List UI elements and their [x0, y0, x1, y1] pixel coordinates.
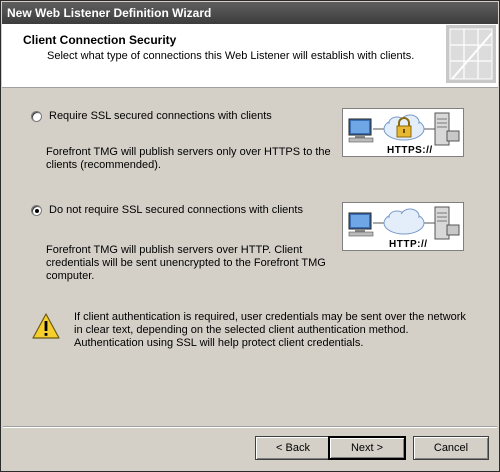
back-button[interactable]: < Back: [255, 436, 331, 460]
require-ssl-option[interactable]: Require SSL secured connections with cli…: [31, 110, 272, 122]
http-network-graphic: HTTP://: [342, 202, 464, 251]
page-title: Client Connection Security: [23, 33, 177, 47]
https-graphic-label: HTTPS://: [387, 145, 433, 156]
no-ssl-option[interactable]: Do not require SSL secured connections w…: [31, 204, 303, 216]
http-graphic-label: HTTP://: [389, 239, 428, 250]
require-ssl-description: Forefront TMG will publish servers only …: [46, 146, 331, 171]
cancel-button[interactable]: Cancel: [413, 436, 489, 460]
warning-message: If client authentication is required, us…: [74, 311, 466, 349]
wizard-header: Client Connection Security Select what t…: [2, 24, 498, 88]
warning-icon: [32, 313, 60, 339]
https-network-graphic: HTTPS://: [342, 108, 464, 157]
title-bar[interactable]: New Web Listener Definition Wizard: [2, 2, 498, 24]
next-button[interactable]: Next >: [328, 436, 406, 460]
footer-divider: [3, 426, 497, 428]
wizard-window: New Web Listener Definition Wizard Clien…: [0, 0, 500, 472]
require-ssl-radio[interactable]: [31, 110, 42, 122]
window-title: New Web Listener Definition Wizard: [7, 6, 212, 20]
no-ssl-description: Forefront TMG will publish servers over …: [46, 244, 326, 282]
require-ssl-label: Require SSL secured connections with cli…: [49, 110, 272, 122]
wizard-banner-graphic: [446, 25, 496, 83]
no-ssl-radio[interactable]: [31, 204, 42, 216]
no-ssl-label: Do not require SSL secured connections w…: [49, 204, 303, 216]
page-subtitle: Select what type of connections this Web…: [47, 50, 415, 62]
